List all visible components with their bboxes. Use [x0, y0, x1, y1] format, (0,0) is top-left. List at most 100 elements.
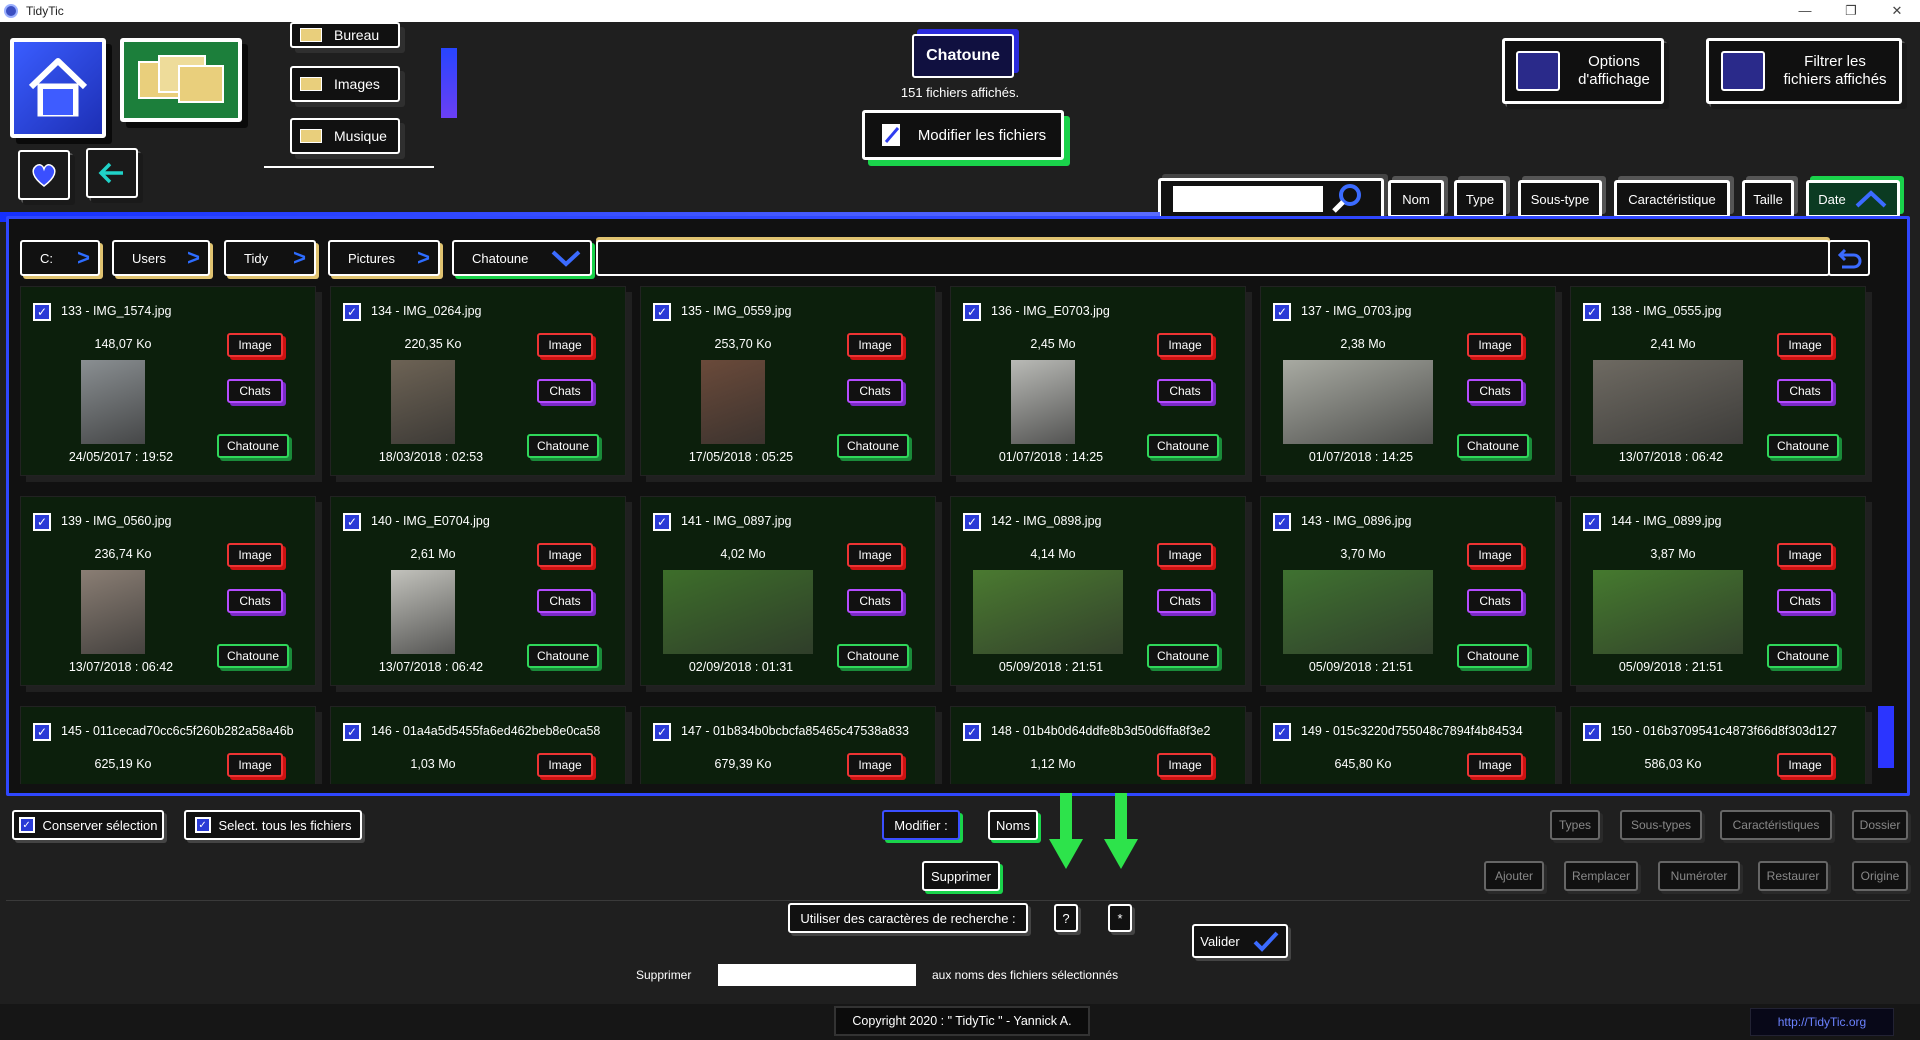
star-wildcard-button[interactable]: * — [1108, 904, 1132, 932]
delete-mode-button[interactable]: Supprimer — [922, 861, 1000, 891]
type-tag[interactable]: Image — [847, 543, 903, 567]
file-checkbox[interactable]: ✓ — [343, 303, 361, 321]
feature-tag[interactable]: Chatoune — [527, 644, 599, 668]
file-card[interactable]: ✓ 145 - 011cecad70cc6c5f260b282a58a46b 625… — [20, 706, 316, 784]
file-card[interactable]: ✓ 147 - 01b834b0bcbcfa85465c47538a833 679,… — [640, 706, 936, 784]
file-card[interactable]: ✓ 149 - 015c3220d755048c7894f4b84534 645,8… — [1260, 706, 1556, 784]
home-button[interactable] — [10, 38, 106, 138]
feature-tag[interactable]: Chatoune — [217, 434, 289, 458]
subtype-tag[interactable]: Chats — [1467, 589, 1523, 613]
restore-button[interactable]: Restaurer — [1758, 861, 1828, 891]
file-checkbox[interactable]: ✓ — [1583, 513, 1601, 531]
feature-tag[interactable]: Chatoune — [217, 644, 289, 668]
subtype-tag[interactable]: Chats — [537, 379, 593, 403]
type-tag[interactable]: Image — [847, 333, 903, 357]
sort-by-subtype[interactable]: Sous-type — [1518, 180, 1602, 218]
file-card[interactable]: ✓ 133 - IMG_1574.jpg 148,07 Ko 24/05/2017 :… — [20, 286, 316, 476]
file-checkbox[interactable]: ✓ — [33, 513, 51, 531]
website-link[interactable]: http://TidyTic.org — [1750, 1008, 1894, 1036]
folder-button[interactable]: Dossier — [1852, 810, 1908, 840]
type-tag[interactable]: Image — [847, 753, 903, 777]
crumb-pictures[interactable]: Pictures > — [328, 240, 440, 276]
type-tag[interactable]: Image — [1467, 543, 1523, 567]
subtype-tag[interactable]: Chats — [1157, 589, 1213, 613]
type-tag[interactable]: Image — [1467, 333, 1523, 357]
subtype-tag[interactable]: Chats — [537, 589, 593, 613]
feature-tag[interactable]: Chatoune — [1767, 644, 1839, 668]
file-checkbox[interactable]: ✓ — [963, 723, 981, 741]
feature-tag[interactable]: Chatoune — [1457, 644, 1529, 668]
crumb-drive[interactable]: C: > — [20, 240, 100, 276]
feature-tag[interactable]: Chatoune — [837, 644, 909, 668]
subtype-tag[interactable]: Chats — [847, 379, 903, 403]
type-tag[interactable]: Image — [1157, 753, 1213, 777]
type-tag[interactable]: Image — [1777, 753, 1833, 777]
subtype-tag[interactable]: Chats — [227, 589, 283, 613]
feature-tag[interactable]: Chatoune — [1457, 434, 1529, 458]
file-checkbox[interactable]: ✓ — [653, 723, 671, 741]
feature-tag[interactable]: Chatoune — [527, 434, 599, 458]
undo-button[interactable] — [1828, 240, 1870, 276]
file-checkbox[interactable]: ✓ — [1583, 303, 1601, 321]
file-card[interactable]: ✓ 134 - IMG_0264.jpg 220,35 Ko 18/03/2018 :… — [330, 286, 626, 476]
filter-files-button[interactable]: Filtrer les fichiers affichés — [1706, 38, 1902, 104]
folders-button[interactable] — [120, 38, 242, 122]
minimize-button[interactable]: — — [1782, 0, 1828, 22]
file-checkbox[interactable]: ✓ — [963, 513, 981, 531]
file-card[interactable]: ✓ 141 - IMG_0897.jpg 4,02 Mo 02/09/2018 : 0… — [640, 496, 936, 686]
type-tag[interactable]: Image — [1157, 543, 1213, 567]
crumb-tidy[interactable]: Tidy > — [224, 240, 316, 276]
close-button[interactable]: ✕ — [1874, 0, 1920, 22]
number-button[interactable]: Numéroter — [1658, 861, 1740, 891]
subtype-tag[interactable]: Chats — [1467, 379, 1523, 403]
modify-mode-button[interactable]: Modifier : — [882, 810, 960, 840]
type-tag[interactable]: Image — [1157, 333, 1213, 357]
sort-by-feature[interactable]: Caractéristique — [1614, 180, 1730, 218]
feature-tag[interactable]: Chatoune — [837, 434, 909, 458]
file-card[interactable]: ✓ 139 - IMG_0560.jpg 236,74 Ko 13/07/2018 :… — [20, 496, 316, 686]
file-card[interactable]: ✓ 146 - 01a4a5d5455fa6ed462beb8e0ca58 1,03… — [330, 706, 626, 784]
subtype-tag[interactable]: Chats — [1777, 379, 1833, 403]
sort-by-type[interactable]: Type — [1454, 180, 1506, 218]
origin-button[interactable]: Origine — [1852, 861, 1908, 891]
subtype-tag[interactable]: Chats — [1777, 589, 1833, 613]
file-card[interactable]: ✓ 135 - IMG_0559.jpg 253,70 Ko 17/05/2018 :… — [640, 286, 936, 476]
file-card[interactable]: ✓ 143 - IMG_0896.jpg 3,70 Mo 05/09/2018 : 2… — [1260, 496, 1556, 686]
file-checkbox[interactable]: ✓ — [653, 303, 671, 321]
crumb-chatoune[interactable]: Chatoune — [452, 240, 592, 276]
keep-selection-button[interactable]: ✓ Conserver sélection — [12, 810, 164, 840]
back-button[interactable] — [86, 148, 138, 198]
file-checkbox[interactable]: ✓ — [653, 513, 671, 531]
file-checkbox[interactable]: ✓ — [33, 723, 51, 741]
file-card[interactable]: ✓ 150 - 016b3709541c4873f66d8f303d127 586,… — [1570, 706, 1866, 784]
names-button[interactable]: Noms — [988, 810, 1038, 840]
file-card[interactable]: ✓ 144 - IMG_0899.jpg 3,87 Mo 05/09/2018 : 2… — [1570, 496, 1866, 686]
favorites-button[interactable] — [18, 150, 70, 200]
search-icon[interactable] — [1331, 183, 1363, 215]
delete-text-input[interactable] — [718, 964, 916, 986]
validate-button[interactable]: Valider — [1192, 924, 1288, 958]
feature-tag[interactable]: Chatoune — [1767, 434, 1839, 458]
select-all-button[interactable]: ✓ Select. tous les fichiers — [184, 810, 362, 840]
crumb-users[interactable]: Users > — [112, 240, 210, 276]
subtype-tag[interactable]: Chats — [1157, 379, 1213, 403]
file-card[interactable]: ✓ 148 - 01b4b0d64ddfe8b3d50d6ffa8f3e2 1,12… — [950, 706, 1246, 784]
file-checkbox[interactable]: ✓ — [1273, 303, 1291, 321]
display-options-button[interactable]: Options d'affichage — [1502, 38, 1664, 104]
restore-button[interactable]: ❐ — [1828, 0, 1874, 22]
file-checkbox[interactable]: ✓ — [1273, 513, 1291, 531]
type-tag[interactable]: Image — [1777, 333, 1833, 357]
file-checkbox[interactable]: ✓ — [963, 303, 981, 321]
type-tag[interactable]: Image — [1777, 543, 1833, 567]
shortcut-images[interactable]: Images — [290, 66, 400, 102]
shortcut-bureau[interactable]: Bureau — [290, 22, 400, 48]
search-input[interactable] — [1173, 186, 1323, 212]
file-card[interactable]: ✓ 138 - IMG_0555.jpg 2,41 Mo 13/07/2018 : 0… — [1570, 286, 1866, 476]
file-checkbox[interactable]: ✓ — [343, 513, 361, 531]
type-tag[interactable]: Image — [1467, 753, 1523, 777]
subtypes-button[interactable]: Sous-types — [1620, 810, 1702, 840]
features-button[interactable]: Caractéristiques — [1720, 810, 1832, 840]
shortcut-musique[interactable]: Musique — [290, 118, 400, 154]
modify-files-button[interactable]: Modifier les fichiers — [862, 110, 1064, 160]
subtype-tag[interactable]: Chats — [847, 589, 903, 613]
